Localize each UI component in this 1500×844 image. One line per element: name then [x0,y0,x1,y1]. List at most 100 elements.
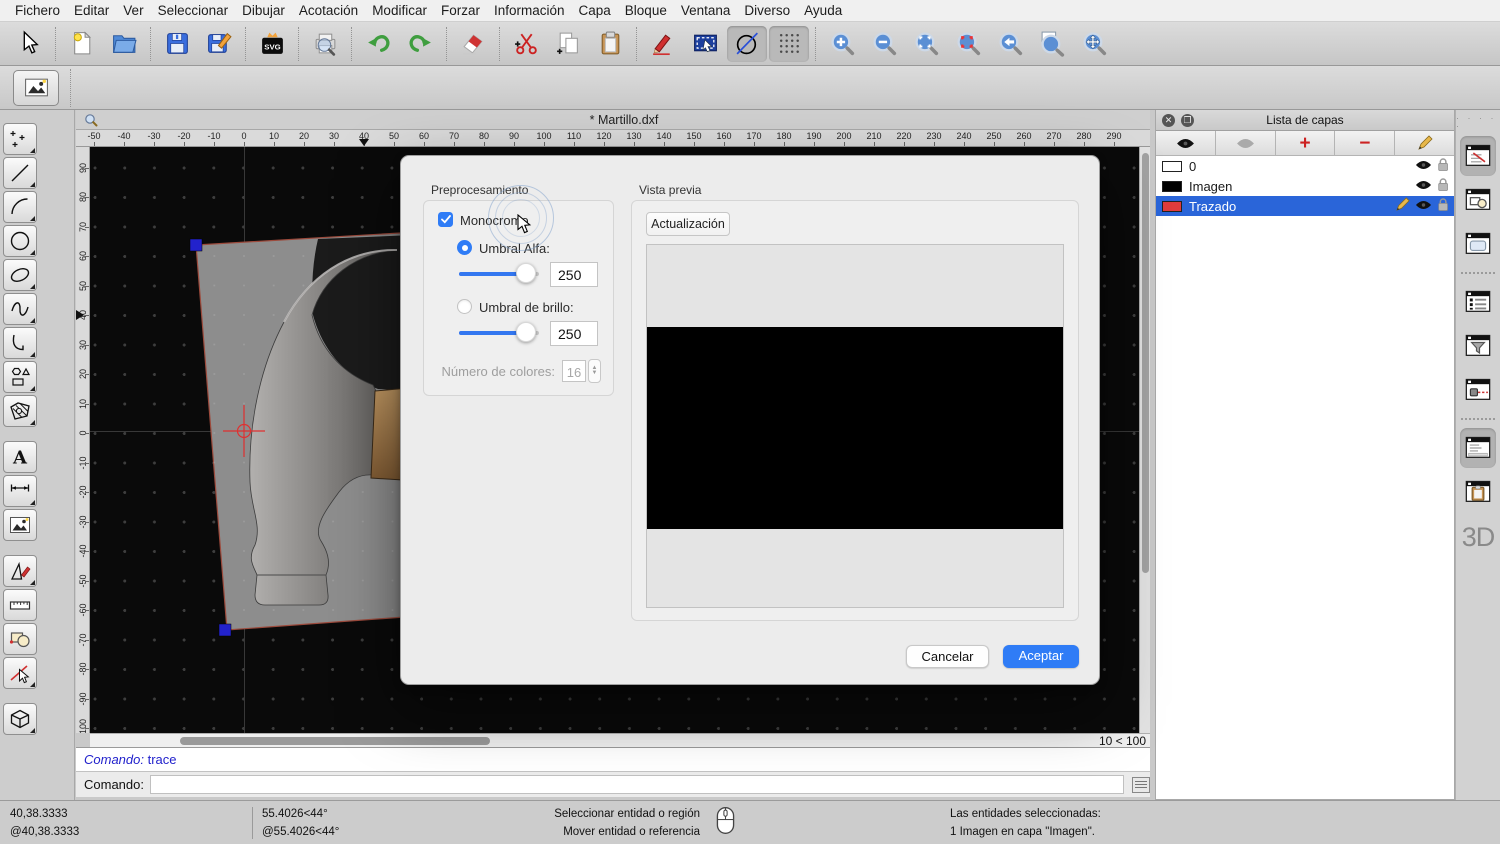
ruler-tick [904,142,905,146]
update-preview-button[interactable]: Actualización [646,212,730,236]
ellipse-tool-icon[interactable] [3,259,37,291]
print-preview-icon[interactable] [305,26,345,62]
brightness-threshold-radio[interactable] [457,299,472,314]
remove-layer-icon[interactable]: − [1335,131,1395,155]
layer-visible-icon[interactable] [1415,159,1432,174]
zoom-in-icon[interactable] [822,26,862,62]
menu-informacion[interactable]: Información [487,0,572,22]
horizontal-scrollbar-thumb[interactable] [180,737,490,745]
layer-list-panel-icon[interactable] [1460,136,1496,176]
line-tool-icon[interactable] [3,157,37,189]
cancel-button[interactable]: Cancelar [906,645,989,668]
edit-layer-icon[interactable] [1395,131,1454,155]
selection-cursor-icon[interactable] [9,26,49,62]
text-tool-icon[interactable]: A [3,441,37,473]
polyline-tool-icon[interactable] [3,327,37,359]
new-document-icon[interactable] [62,26,102,62]
alpha-threshold-radio[interactable] [457,240,472,255]
zoom-previous-icon[interactable] [990,26,1030,62]
hatch-tool-icon[interactable] [3,395,37,427]
command-line-panel-icon[interactable] [1460,428,1496,468]
selection-filter-panel-icon[interactable] [1460,326,1496,366]
hide-all-icon[interactable] [1216,131,1276,155]
select-entity-tool-icon[interactable] [3,657,37,689]
dimension-tool-icon[interactable] [3,475,37,507]
menu-seleccionar[interactable]: Seleccionar [151,0,236,22]
circle-tool-icon[interactable] [3,225,37,257]
copy-icon[interactable] [548,26,588,62]
property-editor-panel-icon[interactable] [1460,282,1496,322]
cad-tools-tool-icon[interactable] [3,555,37,587]
zoom-out-icon[interactable] [864,26,904,62]
relative-zero-panel-icon[interactable] [1460,370,1496,410]
menu-modificar[interactable]: Modificar [365,0,434,22]
horizontal-scrollbar[interactable]: 10 < 100 [90,733,1150,747]
layer-lock-icon[interactable] [1437,197,1449,215]
command-line-toggle-icon[interactable] [1132,777,1150,793]
selection-handle[interactable] [190,239,202,251]
clipboard-panel-panel-icon[interactable] [1460,472,1496,512]
menu-forzar[interactable]: Forzar [434,0,487,22]
measure-tool-icon[interactable] [3,589,37,621]
monochrome-checkbox[interactable] [438,212,453,227]
solid-3d-tool-icon[interactable] [3,703,37,735]
selection-handle[interactable] [219,624,231,636]
delete-eraser-icon[interactable] [453,26,493,62]
menu-dibujar[interactable]: Dibujar [235,0,292,22]
shapes-tool-icon[interactable] [3,361,37,393]
vertical-scrollbar[interactable] [1139,147,1150,733]
layer-row[interactable]: 0 [1156,156,1454,176]
spline-tool-icon[interactable] [3,293,37,325]
draw-pencil-icon[interactable] [643,26,683,62]
add-layer-icon[interactable]: + [1276,131,1336,155]
menu-editar[interactable]: Editar [67,0,116,22]
save-as-icon[interactable] [199,26,239,62]
library-browser-panel-icon[interactable] [1460,224,1496,264]
selection-rectangle-icon[interactable] [685,26,725,62]
status-divider [252,807,253,839]
cut-icon[interactable] [506,26,546,62]
vertical-scrollbar-thumb[interactable] [1142,153,1149,573]
block-list-panel-icon[interactable] [1460,180,1496,220]
zoom-selection-icon[interactable] [948,26,988,62]
layer-edit-icon[interactable] [1395,197,1410,215]
arc-tool-icon[interactable] [3,191,37,223]
menu-capa[interactable]: Capa [572,0,618,22]
menu-diverso[interactable]: Diverso [737,0,797,22]
layer-lock-icon[interactable] [1437,157,1449,175]
layer-visible-icon[interactable] [1415,179,1432,194]
grid-snap-icon[interactable] [769,26,809,62]
menu-ayuda[interactable]: Ayuda [797,0,849,22]
layer-row[interactable]: Imagen [1156,176,1454,196]
layer-lock-icon[interactable] [1437,177,1449,195]
modify-shapes-tool-icon[interactable] [3,623,37,655]
alpha-value-field[interactable]: 250 [550,262,598,287]
trace-circle-icon[interactable] [727,26,767,62]
image-tool-icon[interactable] [3,509,37,541]
points-tool-icon[interactable] [3,123,37,155]
menu-ver[interactable]: Ver [116,0,150,22]
undo-icon[interactable] [358,26,398,62]
zoom-window-icon[interactable] [1032,26,1072,62]
layer-row[interactable]: Trazado [1156,196,1454,216]
zoom-auto-icon[interactable] [906,26,946,62]
alpha-slider-thumb[interactable] [516,263,536,283]
brightness-slider-thumb[interactable] [516,322,536,342]
svg-export-icon[interactable]: SVG [252,26,292,62]
menu-ventana[interactable]: Ventana [674,0,738,22]
paste-icon[interactable] [590,26,630,62]
pan-icon[interactable] [1074,26,1114,62]
command-input[interactable] [150,775,1124,794]
menu-acotacion[interactable]: Acotación [292,0,365,22]
ruler-tick [874,142,875,146]
image-tool-icon[interactable] [13,70,59,106]
menu-fichero[interactable]: Fichero [8,0,67,22]
show-all-icon[interactable] [1156,131,1216,155]
accept-button[interactable]: Aceptar [1003,645,1079,668]
save-icon[interactable] [157,26,197,62]
open-file-icon[interactable] [104,26,144,62]
menu-bloque[interactable]: Bloque [618,0,674,22]
redo-icon[interactable] [400,26,440,62]
brightness-value-field[interactable]: 250 [550,321,598,346]
layer-visible-icon[interactable] [1415,199,1432,214]
